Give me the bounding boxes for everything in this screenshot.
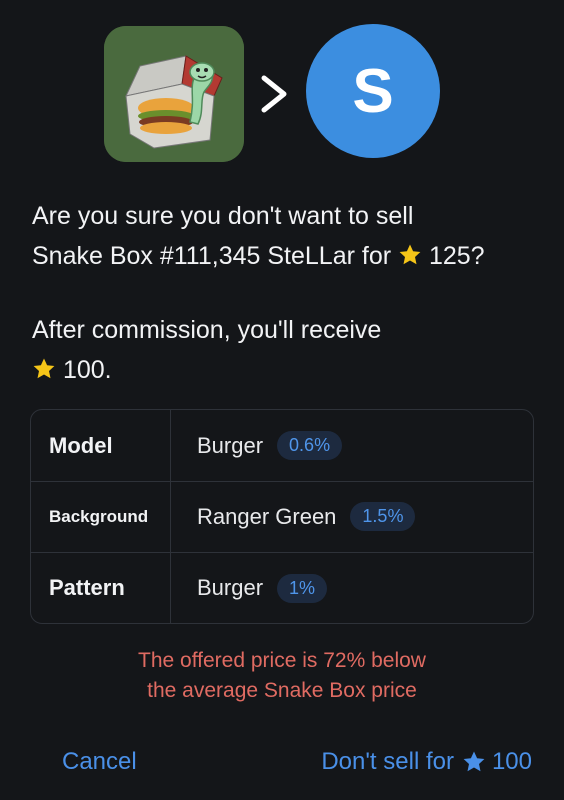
star-icon — [463, 751, 485, 772]
receive-info: After commission, you'll receive 100. — [32, 310, 552, 390]
gift-image — [104, 26, 244, 162]
price-warning: The offered price is 72% below the avera… — [32, 646, 532, 706]
attribute-label: Model — [31, 410, 171, 481]
attribute-value: Ranger Green — [197, 503, 337, 529]
rarity-badge: 1% — [277, 573, 328, 603]
question-line-1: Are you sure you don't want to sell — [32, 202, 414, 230]
rarity-badge: 0.6% — [277, 431, 343, 460]
warning-line-2: the average Snake Box price — [147, 679, 417, 702]
receive-amount-line: 100. — [32, 350, 552, 390]
header-row: S — [0, 24, 564, 164]
cancel-button[interactable]: Cancel — [62, 742, 137, 782]
question-gift-name: Snake Box #111,345 SteLLar for — [32, 242, 392, 270]
dont-sell-button[interactable]: Don't sell for 100 — [321, 742, 532, 782]
attribute-value: Burger — [197, 575, 264, 600]
confirm-question: Are you sure you don't want to sell Snak… — [32, 196, 552, 276]
avatar-letter: S — [352, 56, 394, 126]
dont-sell-label: Don't sell for — [321, 748, 454, 775]
attributes-table: Model Burger 0.6% Background Ranger Gree… — [30, 409, 534, 624]
attribute-row-background: Background Ranger Green 1.5% — [31, 481, 533, 553]
attribute-value-cell: Burger 1% — [197, 552, 328, 624]
rarity-badge: 1.5% — [350, 502, 416, 531]
attribute-value-cell: Burger 0.6% — [197, 410, 343, 481]
question-line-2: Snake Box #111,345 SteLLar for 125? — [32, 236, 552, 276]
star-icon — [33, 358, 55, 379]
attribute-row-model: Model Burger 0.6% — [31, 410, 533, 482]
dont-sell-amount: 100 — [491, 748, 532, 775]
star-icon — [399, 244, 421, 265]
attribute-value: Burger — [197, 432, 264, 458]
chevron-right-icon — [261, 75, 287, 113]
attribute-label: Background — [31, 481, 171, 552]
avatar: S — [306, 24, 440, 158]
attribute-value-cell: Ranger Green 1.5% — [197, 481, 416, 552]
attribute-row-pattern: Pattern Burger 1% — [31, 552, 533, 624]
question-price: 125? — [428, 242, 485, 270]
receive-text: After commission, you'll receive — [32, 316, 382, 344]
attribute-label: Pattern — [31, 552, 171, 624]
receive-amount: 100. — [62, 356, 112, 384]
warning-line-1: The offered price is 72% below — [138, 649, 426, 672]
